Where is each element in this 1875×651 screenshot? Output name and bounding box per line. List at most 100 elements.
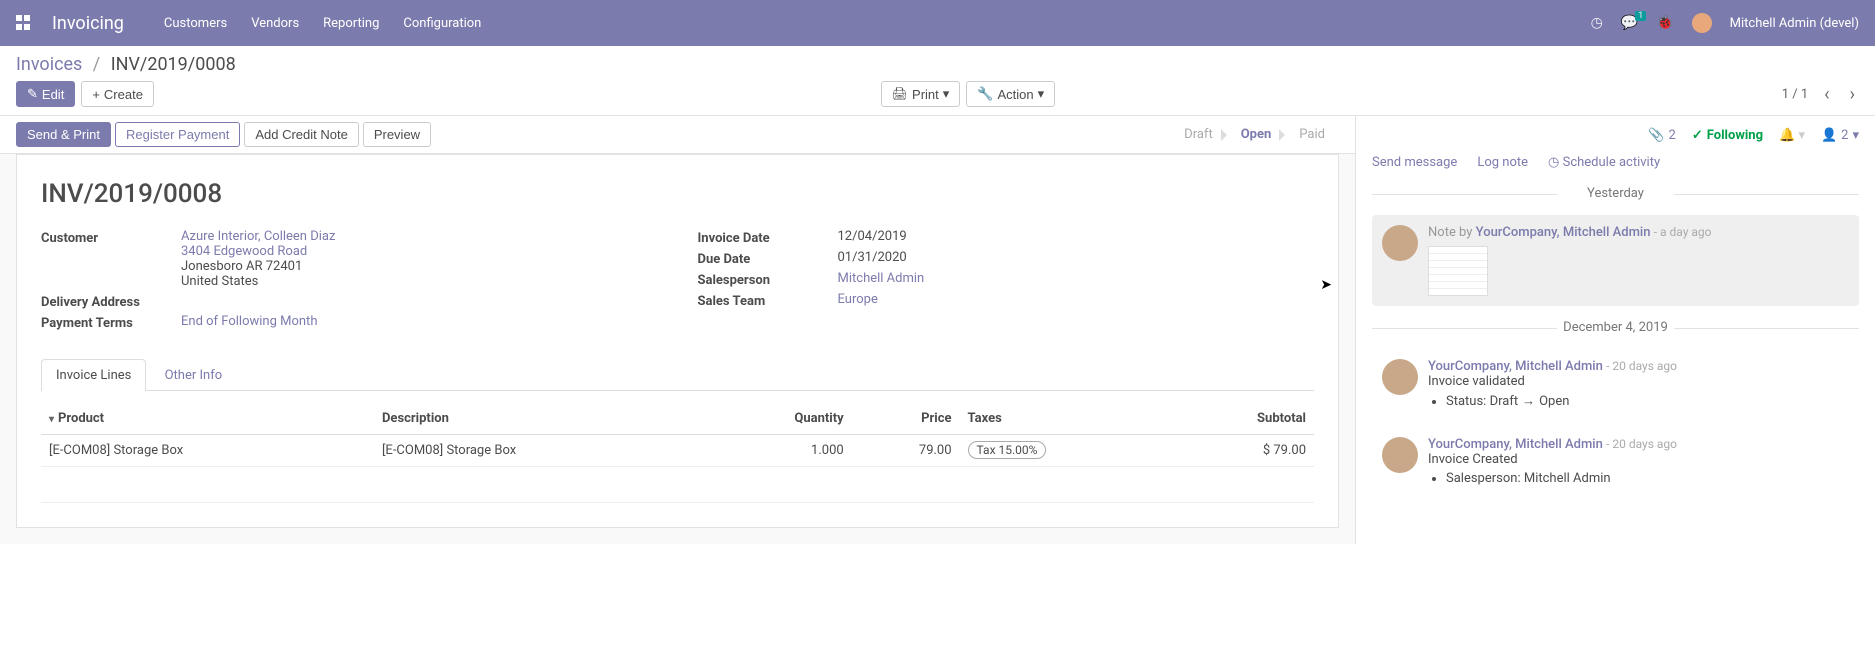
preview-button[interactable]: Preview — [363, 122, 431, 147]
clock-icon[interactable]: ◷ — [1591, 15, 1603, 31]
add-credit-note-button[interactable]: Add Credit Note — [244, 122, 359, 147]
control-panel: Invoices / INV/2019/0008 ✎Edit +Create 🖨… — [0, 46, 1875, 116]
salesperson-label: Salesperson — [698, 271, 838, 288]
apps-icon[interactable] — [16, 15, 32, 31]
customer-addr2: Jonesboro AR 72401 — [181, 259, 658, 274]
print-button[interactable]: 🖨Print ▾ — [881, 81, 961, 107]
invoice-lines-table: ▾Product Description Quantity Price Taxe… — [41, 403, 1314, 503]
menu-reporting[interactable]: Reporting — [323, 16, 379, 31]
clock-icon: ◷ — [1548, 155, 1563, 170]
date-separator: December 4, 2019 — [1372, 320, 1859, 335]
message-text: Invoice validated — [1428, 374, 1849, 389]
chatter: 📎2 ✓Following 🔔 ▾ 👤2 ▾ Send message Log … — [1355, 116, 1875, 544]
customer-name[interactable]: Azure Interior, Colleen Diaz — [181, 229, 658, 244]
th-price[interactable]: Price — [852, 403, 960, 435]
following-button[interactable]: ✓Following — [1692, 128, 1763, 143]
record-title: INV/2019/0008 — [41, 179, 1314, 209]
th-taxes[interactable]: Taxes — [960, 403, 1170, 435]
cell-quantity: 1.000 — [707, 435, 852, 467]
print-icon: 🖨 — [892, 86, 909, 102]
followers-count[interactable]: 👤2 ▾ — [1821, 128, 1859, 143]
main-menu: Customers Vendors Reporting Configuratio… — [164, 16, 1591, 31]
app-brand[interactable]: Invoicing — [52, 13, 124, 34]
status-draft[interactable]: Draft — [1170, 121, 1227, 148]
form-sheet: INV/2019/0008 Customer Azure Interior, C… — [16, 154, 1339, 528]
user-avatar[interactable] — [1692, 13, 1712, 33]
message-author[interactable]: YourCompany, Mitchell Admin — [1428, 359, 1603, 374]
messages-icon[interactable]: 💬1 — [1621, 15, 1638, 31]
pager-prev[interactable]: ‹ — [1820, 84, 1833, 105]
caret-down-icon: ▾ — [1038, 86, 1045, 102]
due-date-label: Due Date — [698, 250, 838, 267]
note-prefix: Note by — [1428, 225, 1476, 240]
pencil-icon: ✎ — [27, 86, 38, 102]
check-icon: ✓ — [1692, 128, 1703, 143]
terms-value[interactable]: End of Following Month — [181, 314, 317, 329]
log-note-link[interactable]: Log note — [1477, 155, 1528, 170]
person-icon: 👤 — [1821, 128, 1837, 143]
table-row[interactable]: [E-COM08] Storage Box [E-COM08] Storage … — [41, 435, 1314, 467]
date-separator: Yesterday — [1372, 186, 1859, 201]
customer-label: Customer — [41, 229, 181, 289]
action-button[interactable]: 🔧Action ▾ — [966, 81, 1055, 107]
due-date: 01/31/2020 — [838, 250, 1315, 267]
th-product[interactable]: ▾Product — [41, 403, 374, 435]
send-print-button[interactable]: Send & Print — [16, 122, 111, 147]
message: YourCompany, Mitchell Admin - 20 days ag… — [1372, 349, 1859, 419]
menu-customers[interactable]: Customers — [164, 16, 227, 31]
breadcrumb-root[interactable]: Invoices — [16, 54, 82, 75]
menu-configuration[interactable]: Configuration — [403, 16, 481, 31]
tab-other-info[interactable]: Other Info — [150, 359, 238, 391]
top-navbar: Invoicing Customers Vendors Reporting Co… — [0, 0, 1875, 46]
sort-caret-icon: ▾ — [49, 414, 54, 425]
cell-product: [E-COM08] Storage Box — [41, 435, 374, 467]
th-quantity[interactable]: Quantity — [707, 403, 852, 435]
status-open[interactable]: Open — [1227, 121, 1286, 148]
tax-pill: Tax 15.00% — [968, 441, 1047, 459]
team-label: Sales Team — [698, 292, 838, 309]
status-bar: Draft Open Paid — [1170, 116, 1355, 153]
th-subtotal[interactable]: Subtotal — [1170, 403, 1314, 435]
form-view: Send & Print Register Payment Add Credit… — [0, 116, 1355, 544]
send-message-link[interactable]: Send message — [1372, 155, 1457, 170]
plus-icon: + — [92, 87, 100, 102]
cell-subtotal: $ 79.00 — [1170, 435, 1314, 467]
caret-down-icon: ▾ — [943, 86, 950, 102]
edit-button[interactable]: ✎Edit — [16, 81, 75, 107]
sales-team[interactable]: Europe — [838, 292, 878, 307]
pager-text: 1 / 1 — [1782, 87, 1808, 102]
message-text: Invoice Created — [1428, 452, 1849, 467]
avatar — [1382, 437, 1418, 473]
message-author[interactable]: YourCompany, Mitchell Admin — [1476, 225, 1651, 240]
arrow-right-icon: → — [1522, 393, 1535, 409]
message-note: Note by YourCompany, Mitchell Admin - a … — [1372, 215, 1859, 306]
message-author[interactable]: YourCompany, Mitchell Admin — [1428, 437, 1603, 452]
schedule-activity-link[interactable]: ◷ Schedule activity — [1548, 155, 1660, 170]
terms-label: Payment Terms — [41, 314, 181, 331]
register-payment-button[interactable]: Register Payment — [115, 122, 240, 147]
tabs: Invoice Lines Other Info — [41, 359, 1314, 391]
wrench-icon: 🔧 — [977, 86, 993, 102]
avatar — [1382, 225, 1418, 261]
status-paid[interactable]: Paid — [1285, 121, 1339, 148]
message: YourCompany, Mitchell Admin - 20 days ag… — [1372, 427, 1859, 496]
salesperson[interactable]: Mitchell Admin — [838, 271, 925, 286]
menu-vendors[interactable]: Vendors — [251, 16, 299, 31]
th-description[interactable]: Description — [374, 403, 707, 435]
invoice-date: 12/04/2019 — [838, 229, 1315, 246]
tab-invoice-lines[interactable]: Invoice Lines — [41, 359, 146, 391]
breadcrumb: Invoices / INV/2019/0008 — [16, 54, 1859, 75]
message-badge: 1 — [1635, 11, 1646, 21]
attachment-thumbnail[interactable] — [1428, 246, 1488, 296]
mouse-cursor: ➤ — [1320, 277, 1332, 293]
customer-addr1: 3404 Edgewood Road — [181, 244, 658, 259]
breadcrumb-current: INV/2019/0008 — [111, 54, 236, 75]
bell-icon[interactable]: 🔔 ▾ — [1779, 128, 1805, 143]
invoice-date-label: Invoice Date — [698, 229, 838, 246]
paperclip-icon: 📎 — [1648, 128, 1664, 143]
pager-next[interactable]: › — [1846, 84, 1859, 105]
username[interactable]: Mitchell Admin (devel) — [1730, 16, 1859, 31]
attachments-count[interactable]: 📎2 — [1648, 128, 1676, 143]
bug-icon[interactable]: 🐞 — [1656, 15, 1673, 31]
create-button[interactable]: +Create — [81, 81, 154, 107]
